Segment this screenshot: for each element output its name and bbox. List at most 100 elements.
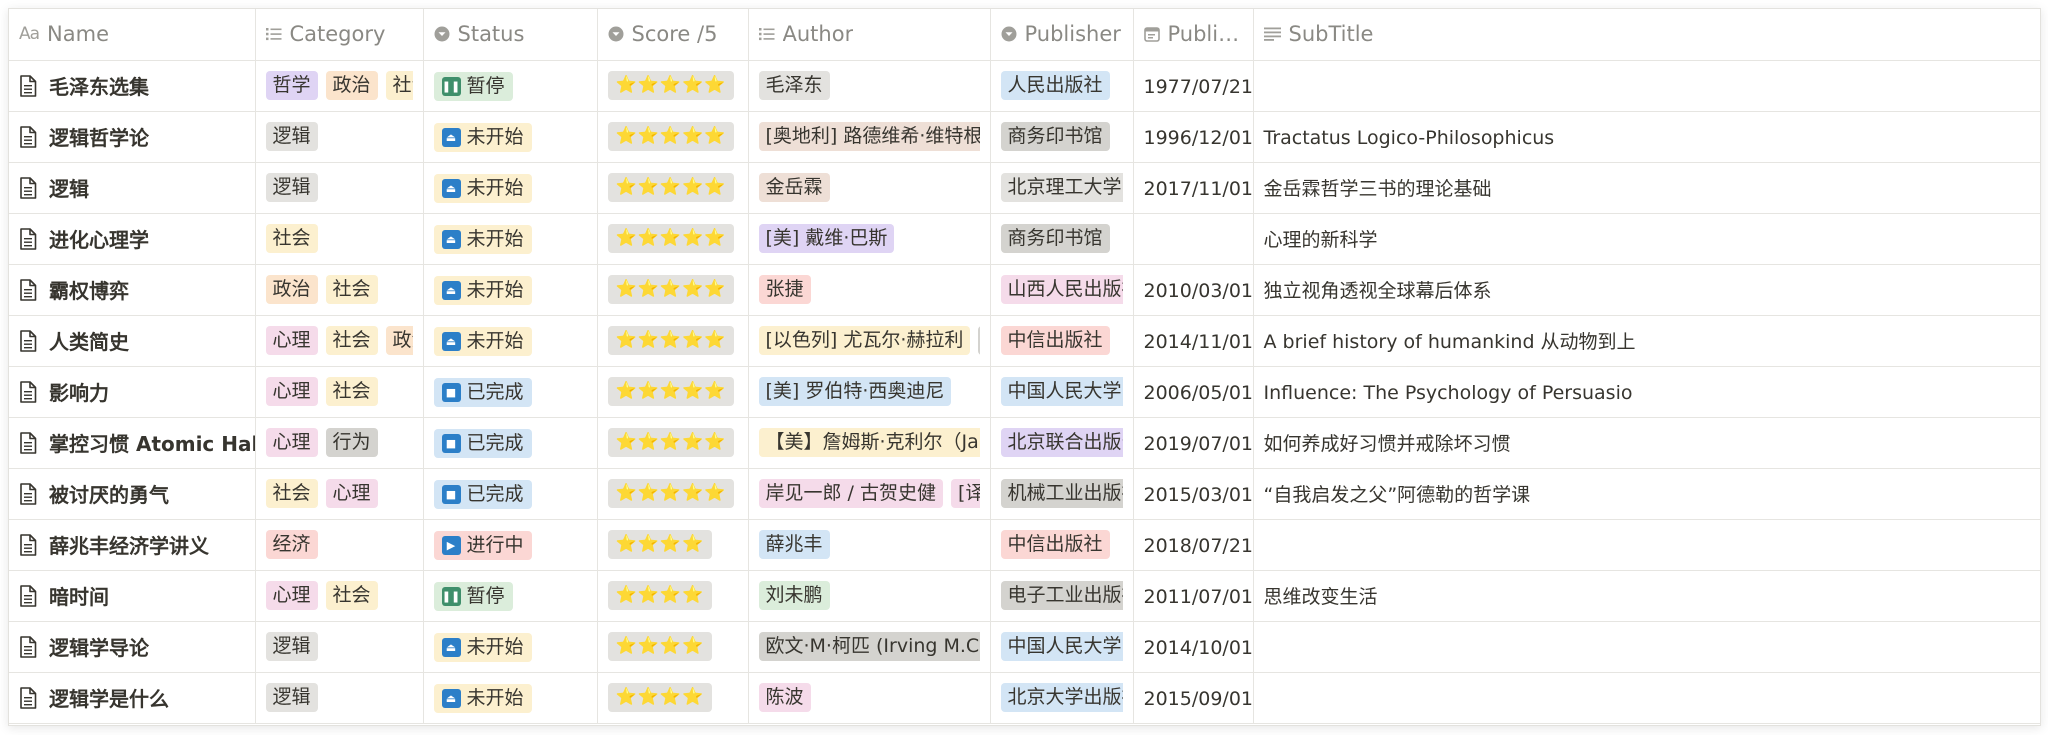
cell-published-date[interactable]: 2014/10/01	[1133, 621, 1254, 673]
cell-name[interactable]: 逻辑学导论	[9, 621, 256, 673]
cell-author[interactable]: [奥地利] 路德维希·维特根斯坦	[748, 111, 991, 163]
column-header-author[interactable]: Author	[748, 9, 991, 61]
cell-status[interactable]: ▶ 进行中	[423, 519, 598, 571]
cell-category[interactable]: 逻辑	[255, 162, 424, 214]
cell-name[interactable]: 毛泽东选集	[9, 60, 256, 112]
cell-status[interactable]: ⏏ 未开始	[423, 162, 598, 214]
cell-status[interactable]: ■ 已完成	[423, 468, 598, 520]
cell-published-date[interactable]: 1977/07/21	[1133, 60, 1254, 112]
cell-name[interactable]: 掌控习惯 Atomic Habits	[9, 417, 256, 469]
cell-author[interactable]: [美] 罗伯特·西奥迪尼	[748, 366, 991, 418]
column-header-status[interactable]: Status	[423, 9, 598, 61]
cell-status[interactable]: ⏏ 未开始	[423, 672, 598, 724]
cell-subtitle[interactable]: 思维改变生活	[1253, 570, 2040, 622]
cell-author[interactable]: 欧文·M·柯匹 (Irving M.Copi)	[748, 621, 991, 673]
cell-score[interactable]: ⭐⭐⭐⭐⭐	[597, 213, 749, 265]
cell-status[interactable]: ■ 已完成	[423, 366, 598, 418]
table-row[interactable]: 进化心理学 社会 ⏏ 未开始 ⭐⭐⭐⭐⭐ [美] 戴维·巴斯 商务印书馆 心理的新科学	[9, 213, 2040, 265]
cell-score[interactable]: ⭐⭐⭐⭐	[597, 672, 749, 724]
cell-name[interactable]: 薛兆丰经济学讲义	[9, 519, 256, 571]
table-row[interactable]: 影响力 心理社会 ■已完成 ⭐⭐⭐⭐⭐ [美] 罗伯特·西奥迪尼 中国人民大学出版 2006…	[9, 366, 2040, 418]
cell-subtitle[interactable]: 心理的新科学	[1253, 213, 2040, 265]
cell-score[interactable]: ⭐⭐⭐⭐⭐	[597, 162, 749, 214]
cell-name[interactable]: 逻辑哲学论	[9, 111, 256, 163]
cell-score[interactable]: ⭐⭐⭐⭐	[597, 519, 749, 571]
cell-publisher[interactable]: 北京理工大学出版	[990, 162, 1134, 214]
cell-name[interactable]: 霸权博弈	[9, 264, 256, 316]
cell-published-date[interactable]: 2010/03/01	[1133, 264, 1254, 316]
cell-author[interactable]: 毛泽东	[748, 60, 991, 112]
cell-subtitle[interactable]: Tractatus Logico-Philosophicus	[1253, 111, 2040, 163]
cell-status[interactable]: ⏏ 未开始	[423, 315, 598, 367]
cell-author[interactable]: 张捷	[748, 264, 991, 316]
cell-score[interactable]: ⭐⭐⭐⭐⭐	[597, 315, 749, 367]
cell-publisher[interactable]: 中信出版社	[990, 519, 1134, 571]
cell-score[interactable]: ⭐⭐⭐⭐⭐	[597, 264, 749, 316]
column-header-subtitle[interactable]: SubTitle	[1253, 9, 2040, 61]
cell-name[interactable]: 逻辑	[9, 162, 256, 214]
cell-author[interactable]: 【美】詹姆斯·克利尔（James	[748, 417, 991, 469]
cell-status[interactable]: ⏏ 未开始	[423, 111, 598, 163]
column-header-publisher[interactable]: Publisher	[990, 9, 1134, 61]
cell-score[interactable]: ⭐⭐⭐⭐⭐	[597, 366, 749, 418]
cell-status[interactable]: ❚❚ 暂停	[423, 570, 598, 622]
cell-category[interactable]: 心理 社会	[255, 366, 424, 418]
table-row[interactable]: 逻辑 逻辑 ⏏未开始 ⭐⭐⭐⭐⭐ 金岳霖 北京理工大学出版 2017/11/01 金岳霖哲学三…	[9, 162, 2040, 214]
cell-score[interactable]: ⭐⭐⭐⭐⭐	[597, 417, 749, 469]
cell-status[interactable]: ⏏ 未开始	[423, 213, 598, 265]
cell-category[interactable]: 逻辑	[255, 621, 424, 673]
cell-subtitle[interactable]: Influence: The Psychology of Persuasio	[1253, 366, 2040, 418]
cell-status[interactable]: ⏏ 未开始	[423, 264, 598, 316]
cell-publisher[interactable]: 商务印书馆	[990, 111, 1134, 163]
cell-publisher[interactable]: 人民出版社	[990, 60, 1134, 112]
column-header-name[interactable]: Aa Name	[9, 9, 256, 61]
cell-category[interactable]: 政治 社会	[255, 264, 424, 316]
cell-published-date[interactable]	[1133, 213, 1254, 265]
cell-category[interactable]: 经济	[255, 519, 424, 571]
cell-publisher[interactable]: 中国人民大学出版	[990, 366, 1134, 418]
cell-name[interactable]: 人类简史	[9, 315, 256, 367]
table-row[interactable]: 薛兆丰经济学讲义 经济 ▶ 进行中 ⭐⭐⭐⭐ 薛兆丰 中信出版社 2018/07/21	[9, 519, 2040, 571]
cell-author[interactable]: [以色列] 尤瓦尔·赫拉利 [译]林	[748, 315, 991, 367]
cell-publisher[interactable]: 机械工业出版社	[990, 468, 1134, 520]
cell-publisher[interactable]: 电子工业出版社	[990, 570, 1134, 622]
cell-publisher[interactable]: 北京联合出版公司	[990, 417, 1134, 469]
cell-published-date[interactable]: 1996/12/01	[1133, 111, 1254, 163]
cell-status[interactable]: ❚❚ 暂停	[423, 60, 598, 112]
table-row[interactable]: 逻辑学导论 逻辑 ⏏未开始 ⭐⭐⭐⭐ 欧文·M·柯匹 (Irving M.Copi) 中国…	[9, 621, 2040, 673]
cell-author[interactable]: [美] 戴维·巴斯	[748, 213, 991, 265]
cell-subtitle[interactable]: “自我启发之父”阿德勒的哲学课	[1253, 468, 2040, 520]
cell-subtitle[interactable]: 独立视角透视全球幕后体系	[1253, 264, 2040, 316]
cell-category[interactable]: 社会	[255, 213, 424, 265]
cell-published-date[interactable]: 2011/07/01	[1133, 570, 1254, 622]
cell-category[interactable]: 逻辑	[255, 672, 424, 724]
cell-score[interactable]: ⭐⭐⭐⭐⭐	[597, 468, 749, 520]
table-row[interactable]: 暗时间 心理社会 ❚❚暂停 ⭐⭐⭐⭐ 刘未鹏 电子工业出版社 2011/07/01 思维改变生…	[9, 570, 2040, 622]
cell-author[interactable]: 薛兆丰	[748, 519, 991, 571]
cell-author[interactable]: 金岳霖	[748, 162, 991, 214]
cell-status[interactable]: ⏏ 未开始	[423, 621, 598, 673]
column-header-category[interactable]: Category	[255, 9, 424, 61]
cell-published-date[interactable]: 2015/03/01	[1133, 468, 1254, 520]
cell-author[interactable]: 岸见一郎 / 古贺史健[译]渠海	[748, 468, 991, 520]
cell-published-date[interactable]: 2006/05/01	[1133, 366, 1254, 418]
cell-subtitle[interactable]	[1253, 672, 2040, 724]
cell-published-date[interactable]: 2017/11/01	[1133, 162, 1254, 214]
cell-published-date[interactable]: 2018/07/21	[1133, 519, 1254, 571]
cell-subtitle[interactable]: A brief history of humankind 从动物到上	[1253, 315, 2040, 367]
cell-author[interactable]: 陈波	[748, 672, 991, 724]
cell-score[interactable]: ⭐⭐⭐⭐⭐	[597, 111, 749, 163]
cell-published-date[interactable]: 2019/07/01	[1133, 417, 1254, 469]
cell-author[interactable]: 刘未鹏	[748, 570, 991, 622]
cell-name[interactable]: 暗时间	[9, 570, 256, 622]
cell-name[interactable]: 被讨厌的勇气	[9, 468, 256, 520]
cell-category[interactable]: 社会 心理	[255, 468, 424, 520]
cell-category[interactable]: 逻辑	[255, 111, 424, 163]
table-row[interactable]: 霸权博弈 政治社会 ⏏未开始 ⭐⭐⭐⭐⭐ 张捷 山西人民出版社 2010/03/01 独立视角…	[9, 264, 2040, 316]
cell-status[interactable]: ■ 已完成	[423, 417, 598, 469]
cell-subtitle[interactable]	[1253, 519, 2040, 571]
cell-name[interactable]: 进化心理学	[9, 213, 256, 265]
table-row[interactable]: 掌控习惯 Atomic Habits心理行为■已完成⭐⭐⭐⭐⭐【美】詹姆斯·克利…	[9, 417, 2040, 469]
cell-publisher[interactable]: 山西人民出版社	[990, 264, 1134, 316]
cell-subtitle[interactable]: 如何养成好习惯并戒除坏习惯	[1253, 417, 2040, 469]
